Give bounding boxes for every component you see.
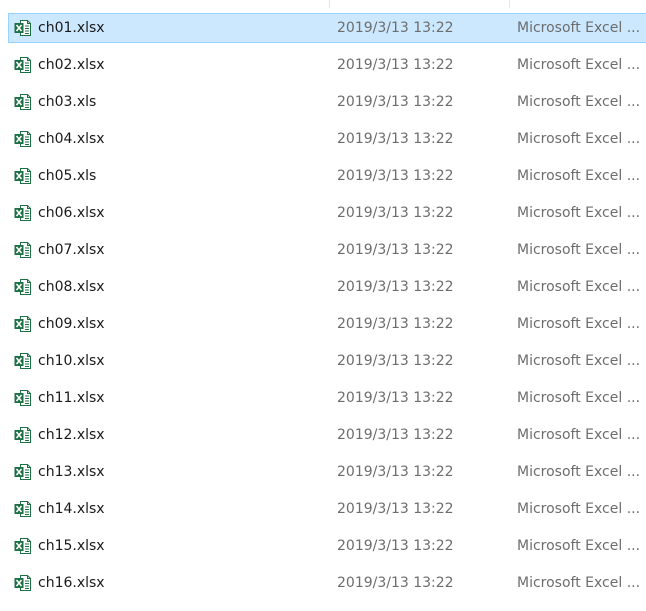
excel-xlsx-icon [14,130,32,148]
excel-xls-icon [14,93,32,111]
file-modified-date: 2019/3/13 13:22 [337,464,454,480]
file-name: ch10.xlsx [38,353,105,369]
file-type: Microsoft Excel ... [517,94,641,110]
file-modified-date: 2019/3/13 13:22 [337,57,454,73]
file-type: Microsoft Excel ... [517,131,641,147]
file-row[interactable]: ch13.xlsx 2019/3/13 13:22 Microsoft Exce… [8,457,646,487]
file-type: Microsoft Excel ... [517,242,641,258]
column-divider[interactable] [509,0,510,8]
excel-xlsx-icon [14,500,32,518]
file-name: ch15.xlsx [38,538,105,554]
file-name: ch16.xlsx [38,575,105,591]
file-modified-date: 2019/3/13 13:22 [337,205,454,221]
file-type: Microsoft Excel ... [517,353,641,369]
file-name: ch04.xlsx [38,131,105,147]
file-name: ch11.xlsx [38,390,105,406]
file-modified-date: 2019/3/13 13:22 [337,427,454,443]
excel-xlsx-icon [14,352,32,370]
file-modified-date: 2019/3/13 13:22 [337,390,454,406]
file-type: Microsoft Excel ... [517,464,641,480]
file-row[interactable]: ch04.xlsx 2019/3/13 13:22 Microsoft Exce… [8,124,646,154]
excel-xlsx-icon [14,278,32,296]
file-row[interactable]: ch07.xlsx 2019/3/13 13:22 Microsoft Exce… [8,235,646,265]
file-modified-date: 2019/3/13 13:22 [337,316,454,332]
file-modified-date: 2019/3/13 13:22 [337,279,454,295]
file-modified-date: 2019/3/13 13:22 [337,575,454,591]
file-name: ch14.xlsx [38,501,105,517]
file-type: Microsoft Excel ... [517,279,641,295]
file-row[interactable]: ch02.xlsx 2019/3/13 13:22 Microsoft Exce… [8,50,646,80]
file-modified-date: 2019/3/13 13:22 [337,353,454,369]
file-row[interactable]: ch01.xlsx 2019/3/13 13:22 Microsoft Exce… [8,13,646,43]
file-row[interactable]: ch03.xls 2019/3/13 13:22 Microsoft Excel… [8,87,646,117]
file-modified-date: 2019/3/13 13:22 [337,501,454,517]
file-type: Microsoft Excel ... [517,427,641,443]
excel-xlsx-icon [14,241,32,259]
file-name: ch01.xlsx [38,20,105,36]
excel-xlsx-icon [14,463,32,481]
file-row[interactable]: ch12.xlsx 2019/3/13 13:22 Microsoft Exce… [8,420,646,450]
file-list: ch01.xlsx 2019/3/13 13:22 Microsoft Exce… [0,0,646,611]
file-type: Microsoft Excel ... [517,538,641,554]
file-type: Microsoft Excel ... [517,20,641,36]
file-type: Microsoft Excel ... [517,575,641,591]
column-divider[interactable] [329,0,330,8]
file-modified-date: 2019/3/13 13:22 [337,168,454,184]
file-name: ch03.xls [38,94,97,110]
file-modified-date: 2019/3/13 13:22 [337,20,454,36]
file-type: Microsoft Excel ... [517,57,641,73]
file-row[interactable]: ch11.xlsx 2019/3/13 13:22 Microsoft Exce… [8,383,646,413]
file-row[interactable]: ch05.xls 2019/3/13 13:22 Microsoft Excel… [8,161,646,191]
excel-xlsx-icon [14,56,32,74]
file-row[interactable]: ch06.xlsx 2019/3/13 13:22 Microsoft Exce… [8,198,646,228]
file-modified-date: 2019/3/13 13:22 [337,131,454,147]
excel-xlsx-icon [14,204,32,222]
file-name: ch08.xlsx [38,279,105,295]
file-type: Microsoft Excel ... [517,316,641,332]
file-name: ch07.xlsx [38,242,105,258]
file-name: ch09.xlsx [38,316,105,332]
file-row[interactable]: ch10.xlsx 2019/3/13 13:22 Microsoft Exce… [8,346,646,376]
file-name: ch05.xls [38,168,97,184]
excel-xls-icon [14,167,32,185]
excel-xlsx-icon [14,537,32,555]
file-row[interactable]: ch16.xlsx 2019/3/13 13:22 Microsoft Exce… [8,568,646,598]
file-modified-date: 2019/3/13 13:22 [337,242,454,258]
file-row[interactable]: ch09.xlsx 2019/3/13 13:22 Microsoft Exce… [8,309,646,339]
excel-xlsx-icon [14,426,32,444]
file-type: Microsoft Excel ... [517,501,641,517]
excel-xlsx-icon [14,315,32,333]
file-name: ch02.xlsx [38,57,105,73]
file-name: ch13.xlsx [38,464,105,480]
file-type: Microsoft Excel ... [517,168,641,184]
file-name: ch12.xlsx [38,427,105,443]
file-type: Microsoft Excel ... [517,205,641,221]
file-row[interactable]: ch08.xlsx 2019/3/13 13:22 Microsoft Exce… [8,272,646,302]
excel-xlsx-icon [14,389,32,407]
file-row[interactable]: ch15.xlsx 2019/3/13 13:22 Microsoft Exce… [8,531,646,561]
file-modified-date: 2019/3/13 13:22 [337,538,454,554]
excel-xlsx-icon [14,574,32,592]
file-type: Microsoft Excel ... [517,390,641,406]
file-name: ch06.xlsx [38,205,105,221]
file-modified-date: 2019/3/13 13:22 [337,94,454,110]
excel-xlsx-icon [14,19,32,37]
file-row[interactable]: ch14.xlsx 2019/3/13 13:22 Microsoft Exce… [8,494,646,524]
